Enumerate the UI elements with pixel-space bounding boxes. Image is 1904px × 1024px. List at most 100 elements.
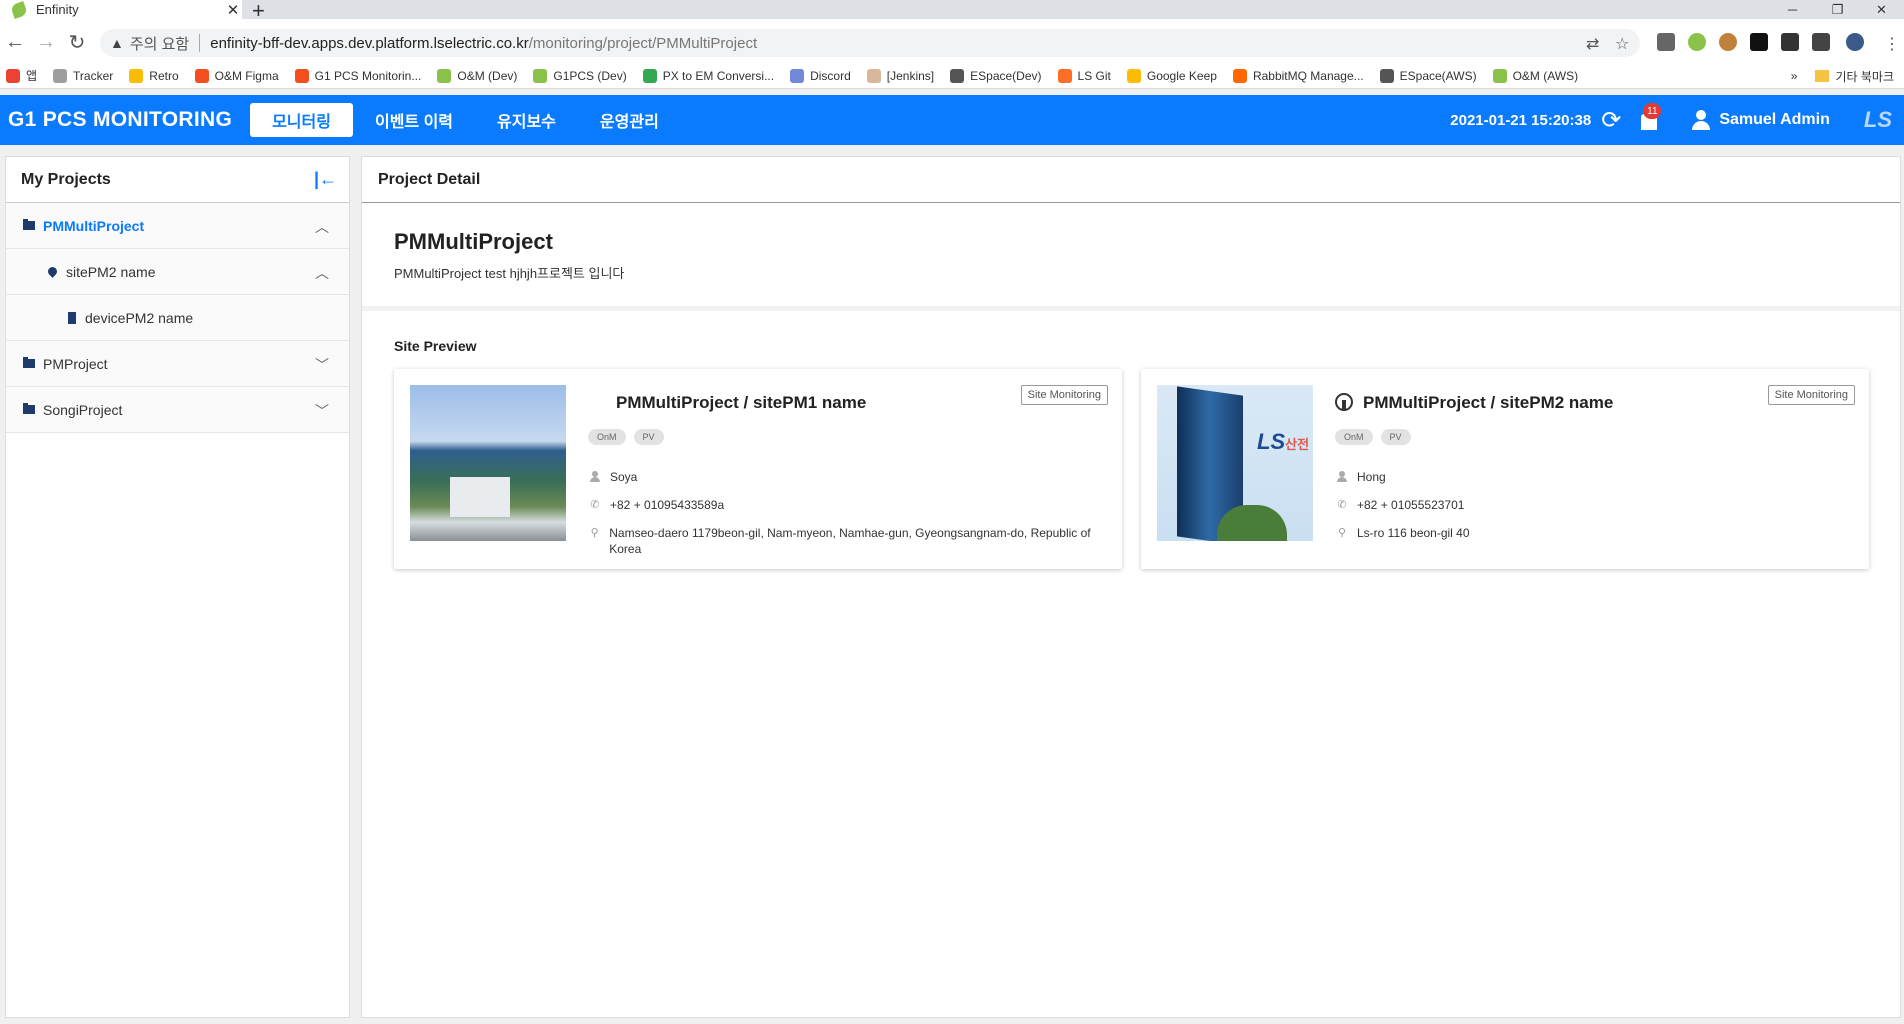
warning-icon: ▲ — [110, 35, 124, 51]
bookmark-favicon-icon — [53, 68, 68, 83]
bookmark-label: G1 PCS Monitorin... — [314, 68, 422, 83]
phone-icon: ✆ — [590, 499, 600, 511]
tab-close-icon[interactable]: ✕ — [224, 1, 242, 19]
project-summary: PMMultiProject PMMultiProject test hjhjh… — [362, 203, 1900, 311]
bookmark-item[interactable]: Discord — [790, 68, 851, 83]
menu-item-2[interactable]: 유지보수 — [475, 103, 578, 137]
site-card[interactable]: PMMultiProject / sitePM1 name Site Monito… — [394, 369, 1122, 569]
contact-person-row: Soya — [588, 469, 637, 485]
site-tag: PV — [633, 429, 664, 445]
tree-item-project[interactable]: SongiProject ﹀ — [6, 387, 349, 433]
bookmark-item[interactable]: G1PCS (Dev) — [533, 68, 627, 83]
refresh-icon[interactable]: ⟳ — [1601, 106, 1621, 135]
puzzle-icon[interactable] — [1812, 33, 1830, 51]
android-icon[interactable] — [1688, 33, 1706, 51]
bookmark-label: Tracker — [73, 68, 114, 83]
site-photo: LS산전 — [1157, 385, 1313, 541]
jb-icon[interactable] — [1750, 33, 1768, 51]
chevron-up-icon[interactable]: ︿ — [315, 217, 329, 237]
url-host: enfinity-bff-dev.apps.dev.platform.lsele… — [210, 34, 529, 52]
folder-icon — [1815, 70, 1830, 82]
security-warning[interactable]: 주의 요함 — [130, 33, 189, 54]
contact-person: Hong — [1357, 470, 1386, 484]
tree-item-site[interactable]: sitePM2 name ︿ — [6, 249, 349, 295]
bookmark-label: Retro — [149, 68, 179, 83]
collapse-sidebar-icon[interactable]: |← — [314, 169, 337, 190]
user-name[interactable]: Samuel Admin — [1719, 111, 1830, 129]
star-icon[interactable]: ☆ — [1615, 34, 1629, 54]
bookmark-favicon-icon — [866, 68, 881, 83]
project-sidebar: My Projects |← PMMultiProject ︿ sitePM2 na… — [5, 156, 350, 1018]
brand-title[interactable]: G1 PCS MONITORING — [8, 108, 232, 132]
site-title: PMMultiProject / sitePM1 name — [616, 393, 867, 412]
bookmark-item[interactable]: ESpace(Dev) — [950, 68, 1042, 83]
close-window-icon[interactable]: ✕ — [1859, 0, 1904, 19]
restore-icon[interactable]: ❐ — [1815, 0, 1860, 19]
profile-avatar-icon[interactable] — [1846, 33, 1864, 51]
bookmark-item[interactable]: Tracker — [53, 68, 114, 83]
extension-icon[interactable] — [1657, 33, 1675, 51]
other-bookmarks[interactable]: 기타 북마크 — [1835, 68, 1894, 85]
site-card[interactable]: LS산전 PMMultiProject / sitePM2 name Site Mo… — [1141, 369, 1869, 569]
bookmark-item[interactable]: ESpace(AWS) — [1379, 68, 1477, 83]
bookmark-label: LS Git — [1077, 68, 1111, 83]
bookmark-favicon-icon — [6, 68, 20, 83]
bookmark-item[interactable]: G1 PCS Monitorin... — [294, 68, 422, 83]
tree-shape — [1217, 505, 1287, 541]
contact-phone: +82 + 01095433589a — [610, 498, 725, 512]
tree-item-project[interactable]: PMMultiProject ︿ — [6, 203, 349, 249]
tree-item-device[interactable]: devicePM2 name — [6, 295, 349, 341]
person-icon — [590, 471, 600, 482]
tree-item-label: PMProject — [43, 355, 108, 372]
kebab-menu-icon[interactable]: ⋮ — [1884, 34, 1900, 54]
minimize-icon[interactable]: ─ — [1770, 0, 1815, 19]
project-tree: PMMultiProject ︿ sitePM2 name ︿ devicePM2 na… — [6, 203, 349, 433]
site-monitoring-button[interactable]: Site Monitoring — [1020, 385, 1108, 405]
cookie-icon[interactable] — [1719, 33, 1737, 51]
reload-icon[interactable]: ↻ — [64, 29, 90, 55]
chevron-down-icon[interactable]: ﹀ — [315, 401, 329, 421]
chevron-down-icon[interactable]: ﹀ — [315, 355, 329, 375]
bookmark-label: 앱 — [26, 69, 38, 83]
bookmark-item[interactable]: [Jenkins] — [866, 68, 934, 83]
menu-item-3[interactable]: 운영관리 — [578, 103, 681, 137]
bookmark-favicon-icon — [437, 68, 452, 83]
notification-icon[interactable]: 11 — [1639, 103, 1662, 131]
bookmark-favicon-icon — [1492, 68, 1507, 83]
site-monitoring-button[interactable]: Site Monitoring — [1767, 385, 1855, 405]
building-logo: LS산전 — [1257, 429, 1310, 454]
more-bookmarks-icon[interactable]: » — [1791, 69, 1798, 83]
user-icon[interactable] — [1691, 110, 1711, 130]
menu-item-0[interactable]: 모니터링 — [250, 103, 353, 137]
bookmark-favicon-icon — [1379, 68, 1394, 83]
bookmark-item[interactable]: RabbitMQ Manage... — [1232, 68, 1364, 83]
tree-item-project[interactable]: PMProject ﹀ — [6, 341, 349, 387]
location-pin-icon — [46, 265, 59, 278]
site-photo — [410, 385, 566, 541]
menu-item-1[interactable]: 이벤트 이력 — [353, 103, 475, 137]
browser-tab-bar: Enfinity ✕ + ─ ❐ ✕ — [0, 0, 1904, 23]
bookmark-favicon-icon — [194, 68, 209, 83]
chevron-up-icon[interactable]: ︿ — [315, 263, 329, 283]
translate-icon[interactable]: ⇄ — [1586, 34, 1599, 54]
back-icon[interactable]: ← — [2, 29, 28, 55]
browser-tab[interactable]: Enfinity ✕ — [0, 0, 242, 19]
bookmark-item[interactable]: Google Keep — [1126, 68, 1217, 83]
project-description: PMMultiProject test hjhjh프로젝트 입니다 — [394, 266, 625, 281]
bookmark-item[interactable]: O&M (Dev) — [437, 68, 517, 83]
bookmark-item[interactable]: LS Git — [1057, 68, 1111, 83]
folder-icon — [23, 403, 35, 414]
panel-title: Project Detail — [362, 157, 1900, 203]
address-row: ⚲ Ls-ro 116 beon-gil 40 — [1335, 525, 1845, 541]
bookmark-item[interactable]: PX to EM Conversi... — [642, 68, 774, 83]
address-bar[interactable]: ▲ 주의 요함 enfinity-bff-dev.apps.dev.platfo… — [100, 29, 1640, 57]
tree-item-label: PMMultiProject — [43, 217, 145, 234]
bookmark-item[interactable]: 앱 — [6, 67, 37, 84]
bookmark-item[interactable]: O&M (AWS) — [1492, 68, 1578, 83]
ls-logo: LS — [1863, 107, 1892, 132]
bookmark-item[interactable]: O&M Figma — [194, 68, 279, 83]
cube-icon[interactable] — [1781, 33, 1799, 51]
bookmarks-right: » 기타 북마크 — [1791, 63, 1894, 89]
forward-icon[interactable]: → — [33, 29, 59, 55]
bookmark-item[interactable]: Retro — [129, 68, 179, 83]
